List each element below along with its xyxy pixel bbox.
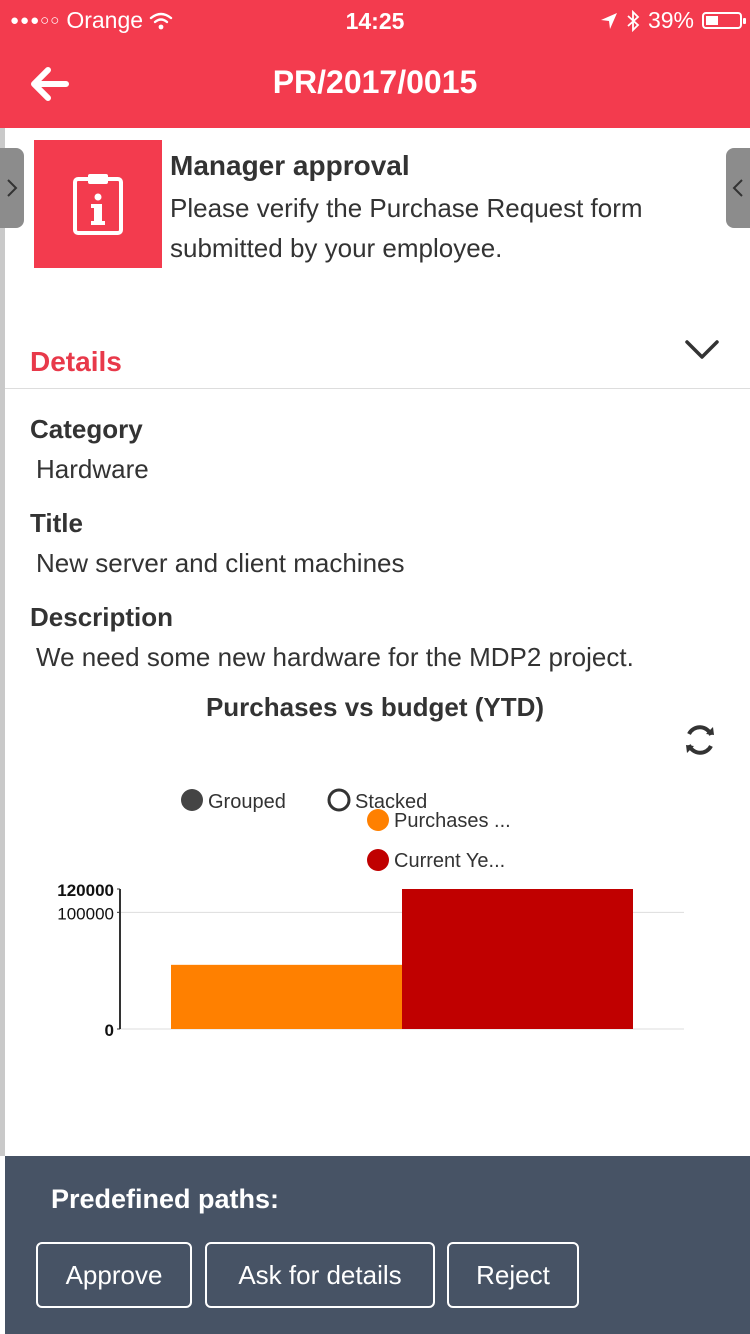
refresh-icon[interactable] xyxy=(682,722,718,758)
approve-button[interactable]: Approve xyxy=(36,1242,192,1308)
next-tab-button[interactable] xyxy=(726,148,750,228)
chart-title: Purchases vs budget (YTD) xyxy=(205,692,545,722)
grouped-label: Grouped xyxy=(208,791,286,813)
battery-percent: 39% xyxy=(647,7,694,33)
bar-1 xyxy=(402,889,633,1029)
status-right: 39% xyxy=(600,7,746,34)
category-label: Category xyxy=(30,414,143,444)
title-label: Title xyxy=(30,508,83,538)
title-value: New server and client machines xyxy=(36,548,405,578)
status-bar: ●●●○○ Orange 14:25 39% xyxy=(0,0,750,40)
chevron-down-icon[interactable] xyxy=(684,336,720,364)
y-tick-100000: 100000 xyxy=(57,904,114,923)
description-value: We need some new hardware for the MDP2 p… xyxy=(36,642,634,672)
chart-legend: Purchases ... Current Ye... xyxy=(367,809,511,872)
mode-grouped[interactable]: Grouped xyxy=(181,789,286,813)
section-divider xyxy=(5,388,750,389)
paths-title: Predefined paths: xyxy=(51,1184,280,1214)
task-title: Manager approval xyxy=(170,150,410,181)
ask-for-details-button[interactable]: Ask for details xyxy=(205,1242,435,1308)
battery-icon xyxy=(702,12,746,29)
description-label: Description xyxy=(30,602,174,632)
legend-label-1: Current Ye... xyxy=(394,850,505,872)
page-title: PR/2017/0015 xyxy=(272,64,478,100)
app-header: ●●●○○ Orange 14:25 39% PR/2017/0015 xyxy=(0,0,750,128)
chevron-left-icon xyxy=(732,179,743,197)
bar-0 xyxy=(171,964,402,1029)
reject-button[interactable]: Reject xyxy=(447,1242,579,1308)
legend-label-0: Purchases ... xyxy=(394,810,511,832)
purchases-budget-chart: Grouped Stacked Purchases ...Current Ye.… xyxy=(57,788,684,1040)
y-tick-0: 0 xyxy=(105,1021,114,1040)
y-tick-120000: 120000 xyxy=(57,881,114,900)
previous-tab-button[interactable] xyxy=(0,148,24,228)
category-value: Hardware xyxy=(36,454,149,484)
predefined-paths-panel: Predefined paths: Approve Ask for detail… xyxy=(5,1156,750,1334)
clipboard-info-icon xyxy=(73,174,123,235)
chevron-right-icon xyxy=(7,179,18,197)
bluetooth-icon xyxy=(627,9,640,32)
chart-plot-area: 0 100000 120000 xyxy=(57,881,684,1040)
location-icon xyxy=(600,12,617,29)
legend-swatch-0[interactable] xyxy=(367,809,389,831)
details-section-label[interactable]: Details xyxy=(30,346,122,378)
task-description: Please verify the Purchase Request form … xyxy=(170,193,643,263)
task-icon-tile xyxy=(34,140,162,268)
legend-swatch-1[interactable] xyxy=(367,849,389,871)
